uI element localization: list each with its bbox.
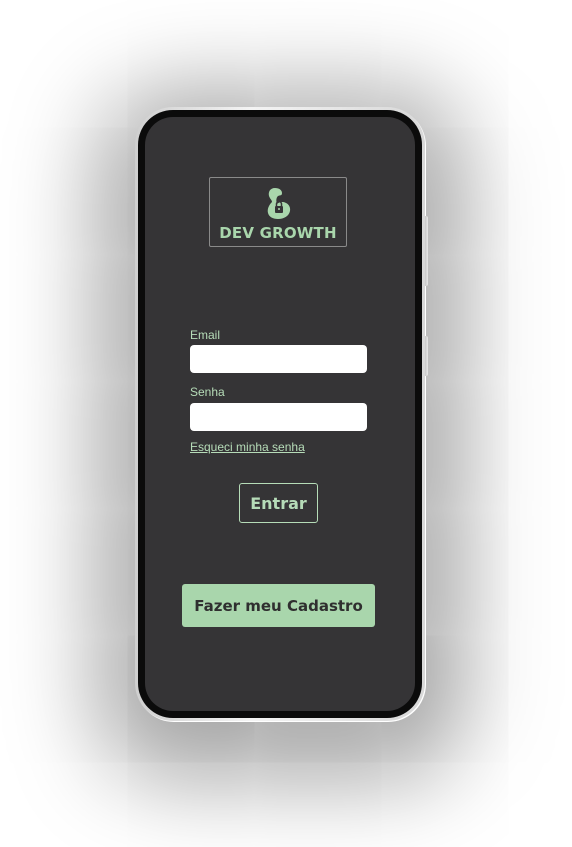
forgot-password-link[interactable]: Esqueci minha senha (190, 440, 305, 454)
email-input[interactable] (190, 345, 367, 373)
login-button[interactable]: Entrar (239, 483, 318, 523)
email-label: Email (190, 328, 221, 342)
brand-name: DEV GROWTH (219, 224, 337, 242)
app-screen: DEV GROWTH Email Senha Esqueci minha sen… (145, 117, 415, 711)
phone-frame: DEV GROWTH Email Senha Esqueci minha sen… (135, 107, 425, 721)
password-label: Senha (190, 385, 225, 399)
brand-logo: DEV GROWTH (209, 177, 347, 247)
phone-bezel: DEV GROWTH Email Senha Esqueci minha sen… (138, 110, 422, 718)
device-mockup: DEV GROWTH Email Senha Esqueci minha sen… (0, 0, 572, 847)
signup-button[interactable]: Fazer meu Cadastro (182, 584, 375, 627)
flexed-bicep-lock-icon (267, 188, 291, 219)
password-input[interactable] (190, 403, 367, 431)
